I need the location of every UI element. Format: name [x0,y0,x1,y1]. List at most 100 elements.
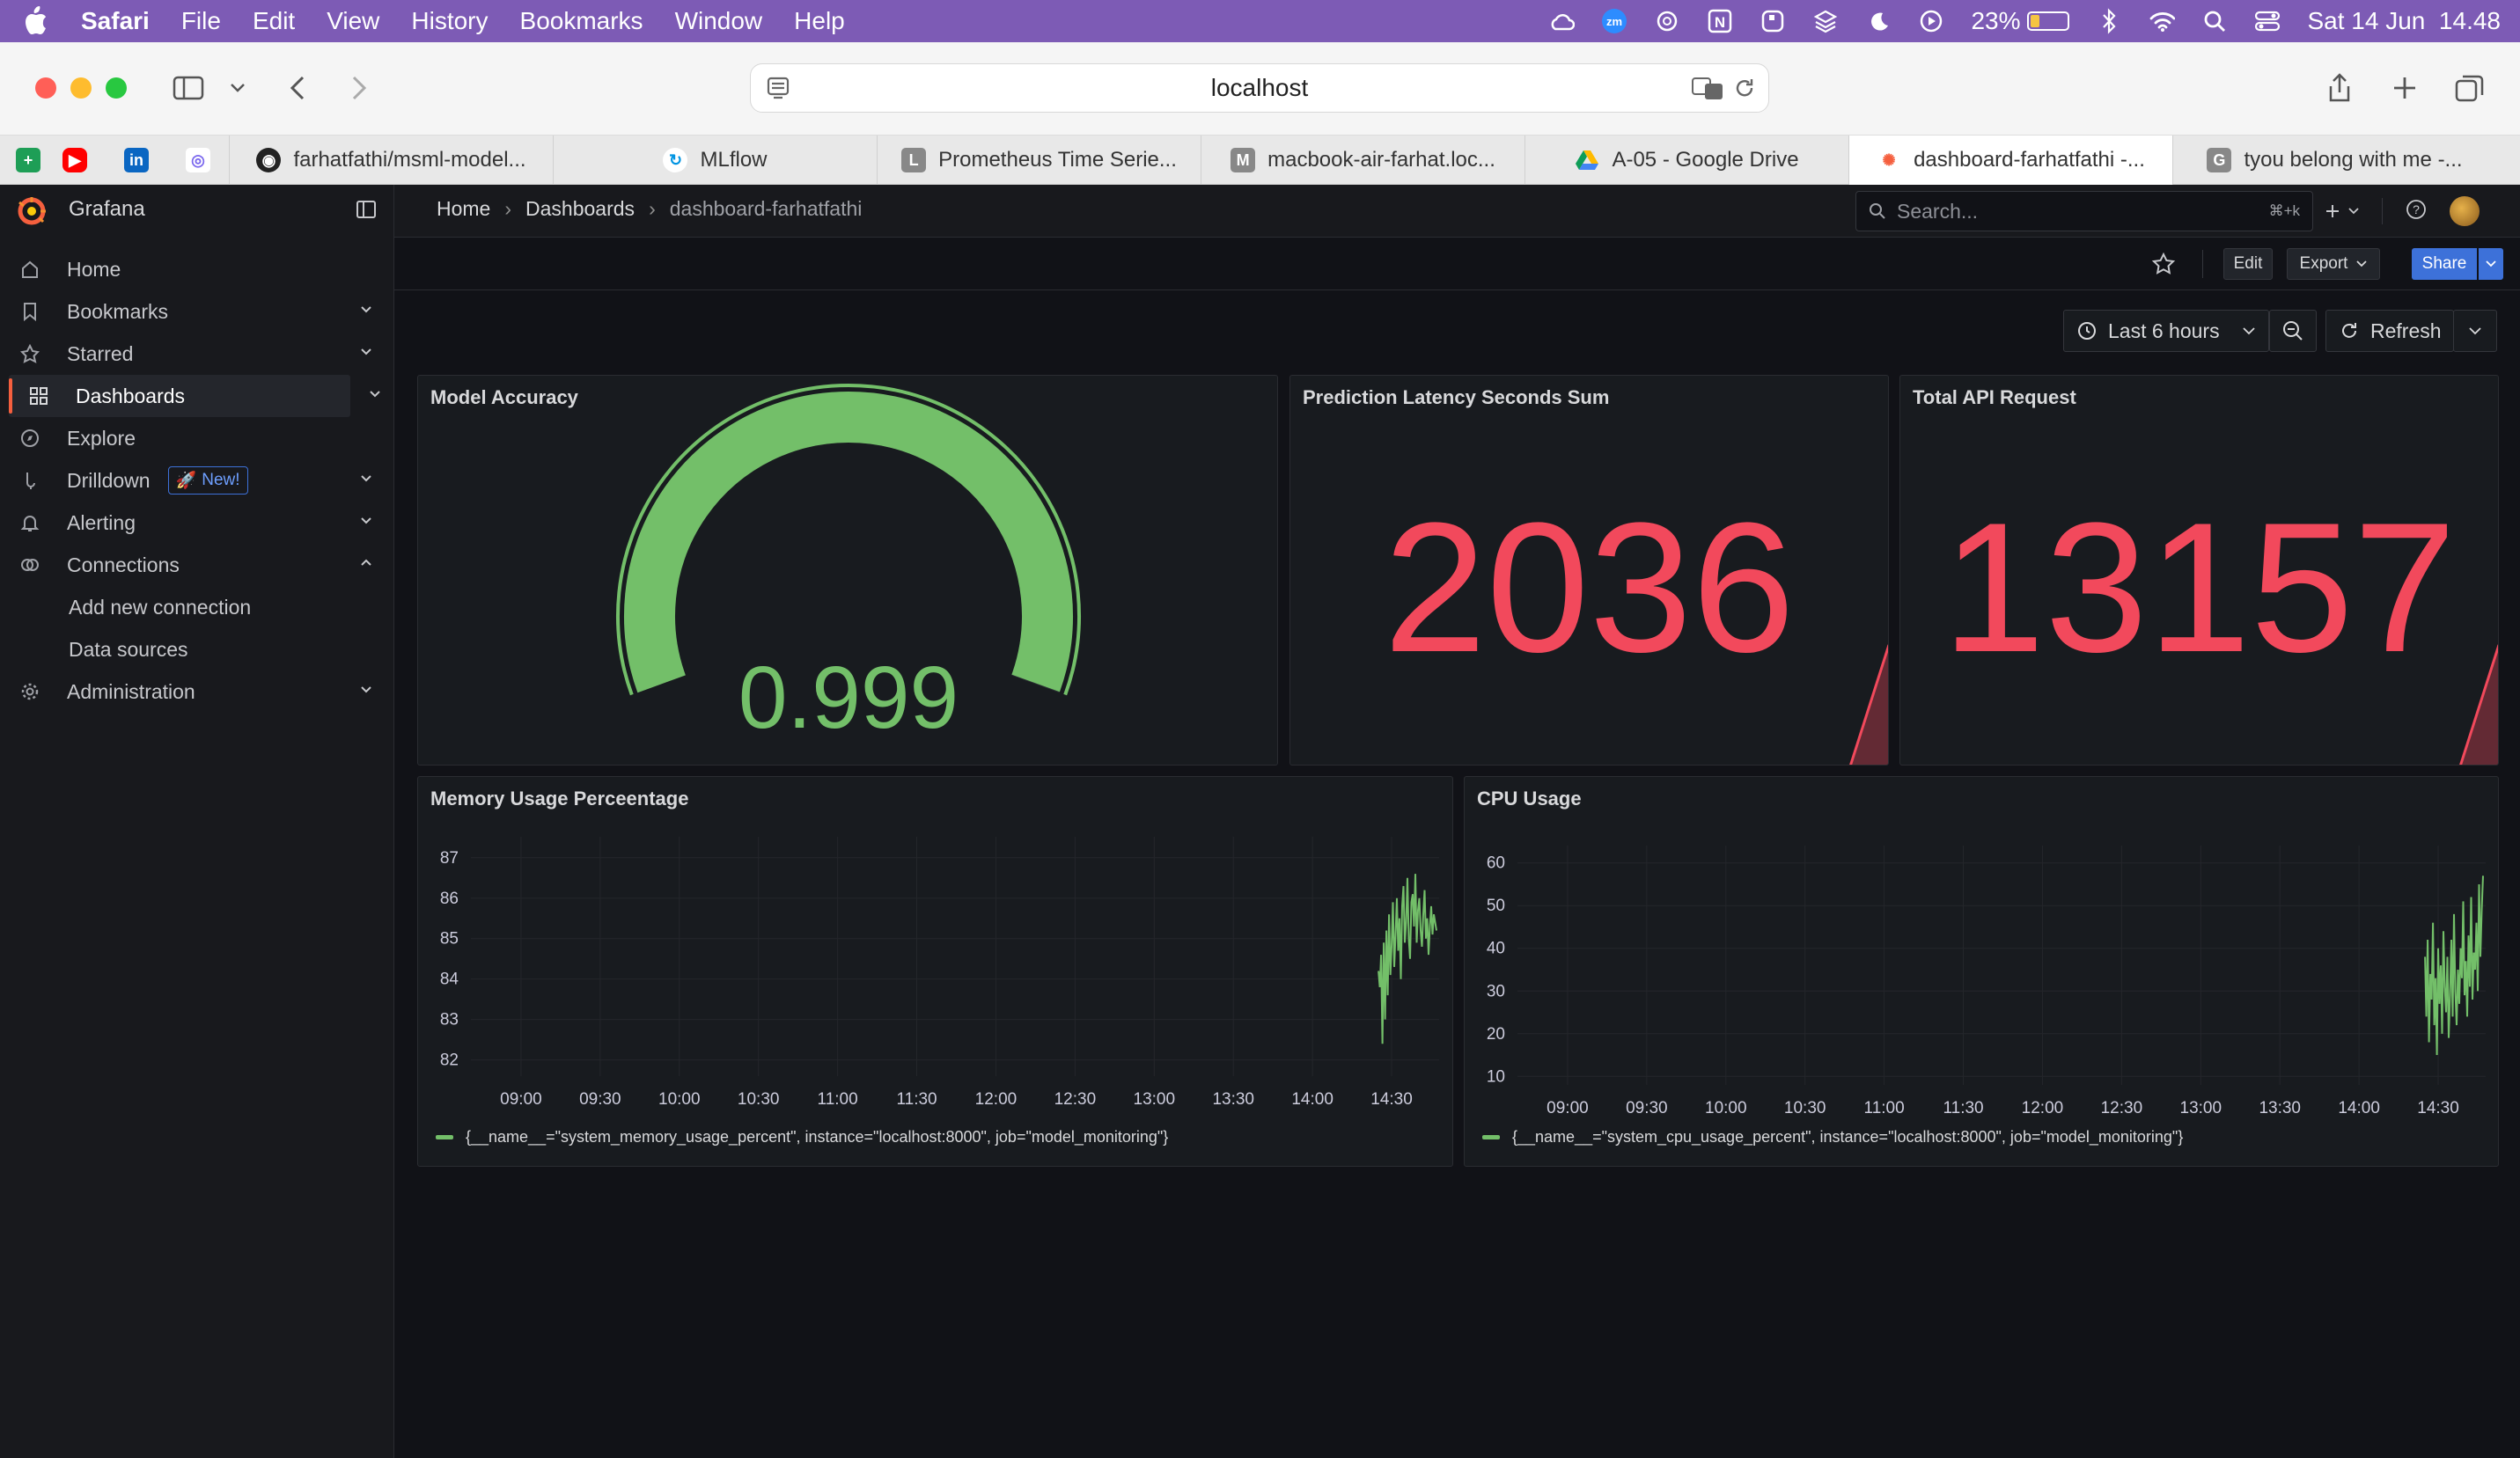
pinned-tab-linkedin[interactable]: in [106,136,167,185]
edit-button[interactable]: Edit [2223,248,2273,280]
chevron-down-icon[interactable] [359,472,373,486]
chart-legend[interactable]: {__name__="system_memory_usage_percent",… [436,1128,1168,1147]
tab-github[interactable]: ◉ farhatfathi/msml-model... [229,136,553,185]
chatgpt-icon[interactable] [1654,8,1680,34]
tab-groups-chevron-icon[interactable] [220,70,255,106]
menu-file[interactable]: File [181,7,221,35]
forward-icon[interactable] [342,70,377,106]
menubar-clock[interactable]: Sat 14 Jun 14.48 [2307,7,2501,35]
pinned-tab-clickup[interactable]: ◎ [167,136,229,185]
add-new-button[interactable] [2324,202,2359,220]
pinned-tab-sheets[interactable]: + [12,136,44,185]
tab-overview-icon[interactable] [2452,70,2487,106]
menu-edit[interactable]: Edit [253,7,295,35]
star-dashboard-icon[interactable] [2151,252,2176,281]
nav-data-sources[interactable]: Data sources [0,628,394,670]
share-icon[interactable] [2322,70,2357,106]
zoom-icon[interactable]: zm [1601,8,1627,34]
menu-view[interactable]: View [327,7,379,35]
chevron-down-icon[interactable] [359,303,373,317]
refresh-button[interactable]: Refresh [2325,310,2454,352]
chevron-up-icon[interactable] [359,556,373,570]
apple-icon[interactable] [19,5,51,37]
menu-help[interactable]: Help [794,7,845,35]
breadcrumb-separator: › [504,197,512,220]
page-settings-icon[interactable] [765,75,791,107]
zoom-window-button[interactable] [106,77,127,99]
panel-prediction-latency[interactable]: Prediction Latency Seconds Sum 2036 [1289,375,1889,766]
legend-label: {__name__="system_memory_usage_percent",… [466,1128,1169,1146]
zoom-out-button[interactable] [2269,310,2317,352]
moon-icon[interactable] [1865,8,1892,34]
tab-macbook[interactable]: Mmacbook-air-farhat.loc... [1201,136,1524,185]
grafana-brand: Grafana [69,197,145,221]
grafana-logo-icon[interactable] [16,195,48,227]
panel-model-accuracy[interactable]: Model Accuracy 0.999 [417,375,1278,766]
export-button[interactable]: Export [2287,248,2380,280]
chevron-down-icon[interactable] [359,683,373,697]
close-window-button[interactable] [35,77,56,99]
breadcrumb-dashboards[interactable]: Dashboards [525,197,635,221]
breadcrumb-home[interactable]: Home [437,197,490,221]
control-center-icon[interactable] [2254,8,2281,34]
pinned-tab-youtube[interactable]: ▶ [44,136,106,185]
back-icon[interactable] [280,70,315,106]
search-input[interactable]: Search... ⌘+k [1855,191,2313,231]
menu-history[interactable]: History [411,7,488,35]
bluetooth-icon[interactable] [2096,8,2122,34]
time-range-picker[interactable]: Last 6 hours [2063,310,2269,352]
nav-explore[interactable]: Explore [0,417,394,459]
menu-bookmarks[interactable]: Bookmarks [520,7,643,35]
dock-menu-icon[interactable] [356,199,377,224]
reload-icon[interactable] [1733,77,1756,106]
layers-icon[interactable] [1812,8,1839,34]
nav-alerting[interactable]: Alerting [0,502,394,544]
help-icon[interactable]: ? [2406,199,2427,224]
memory-usage-chart: 82 83 84 85 86 87 09:00 09:30 10:00 10:30 11:00 11:… [440,837,1439,1109]
nav-administration[interactable]: Administration [0,670,394,713]
play-icon[interactable] [1918,8,1944,34]
battery-status[interactable]: 23% [1971,7,2070,35]
minimize-window-button[interactable] [70,77,92,99]
nav-bookmarks[interactable]: Bookmarks [0,290,394,333]
refresh-interval-button[interactable] [2453,310,2497,352]
spotlight-search-icon[interactable] [2201,8,2228,34]
share-button[interactable]: Share [2412,248,2477,280]
screenshot-icon[interactable] [1760,8,1786,34]
chevron-down-icon[interactable] [368,387,382,401]
chart-legend[interactable]: {__name__="system_cpu_usage_percent", in… [1482,1128,2183,1147]
series-line[interactable] [1378,874,1437,1044]
x-tick-label: 13:00 [2180,1099,2222,1117]
wifi-icon[interactable] [2149,8,2176,34]
chevron-down-icon[interactable] [359,345,373,359]
tab-grafana-dashboard[interactable]: ✺ dashboard-farhatfathi -... [1848,136,2172,185]
menu-window[interactable]: Window [675,7,763,35]
panel-total-api-request[interactable]: Total API Request 13157 [1899,375,2499,766]
nav-add-new-connection[interactable]: Add new connection [0,586,394,628]
user-avatar[interactable] [2450,196,2480,226]
nav-dashboards[interactable]: Dashboards [9,375,380,417]
menu-app-safari[interactable]: Safari [81,7,150,35]
tab-prometheus[interactable]: L Prometheus Time Serie... [877,136,1201,185]
tab-mlflow[interactable]: ↻ MLflow [553,136,877,185]
tab-youtube-song[interactable]: Gtyou belong with me -... [2172,136,2496,185]
nav-label: Bookmarks [67,299,169,323]
share-options-button[interactable] [2479,248,2503,280]
address-bar[interactable]: localhost [750,63,1769,113]
x-tick-label: 14:30 [2417,1099,2459,1117]
series-line[interactable] [2424,876,2484,1056]
panel-memory-usage[interactable]: Memory Usage Perceentage 82 83 84 85 86 87 09:… [417,776,1453,1167]
notion-icon[interactable]: N [1707,8,1733,34]
panel-cpu-usage[interactable]: CPU Usage 10 20 30 40 50 60 09:00 09:30 10:00 10:… [1464,776,2499,1167]
new-tab-icon[interactable] [2387,70,2422,106]
nav-connections[interactable]: Connections [0,544,394,586]
nav-starred[interactable]: Starred [0,333,394,375]
nav-home[interactable]: Home [0,248,394,290]
cloud-icon[interactable] [1548,8,1576,34]
sidebar-toggle-icon[interactable] [171,70,206,106]
clock-icon [2078,322,2096,340]
chevron-down-icon[interactable] [359,514,373,528]
tab-google-drive[interactable]: A-05 - Google Drive [1524,136,1848,185]
translate-icon[interactable] [1691,75,1724,107]
nav-drilldown[interactable]: Drilldown 🚀 New! [0,459,394,502]
